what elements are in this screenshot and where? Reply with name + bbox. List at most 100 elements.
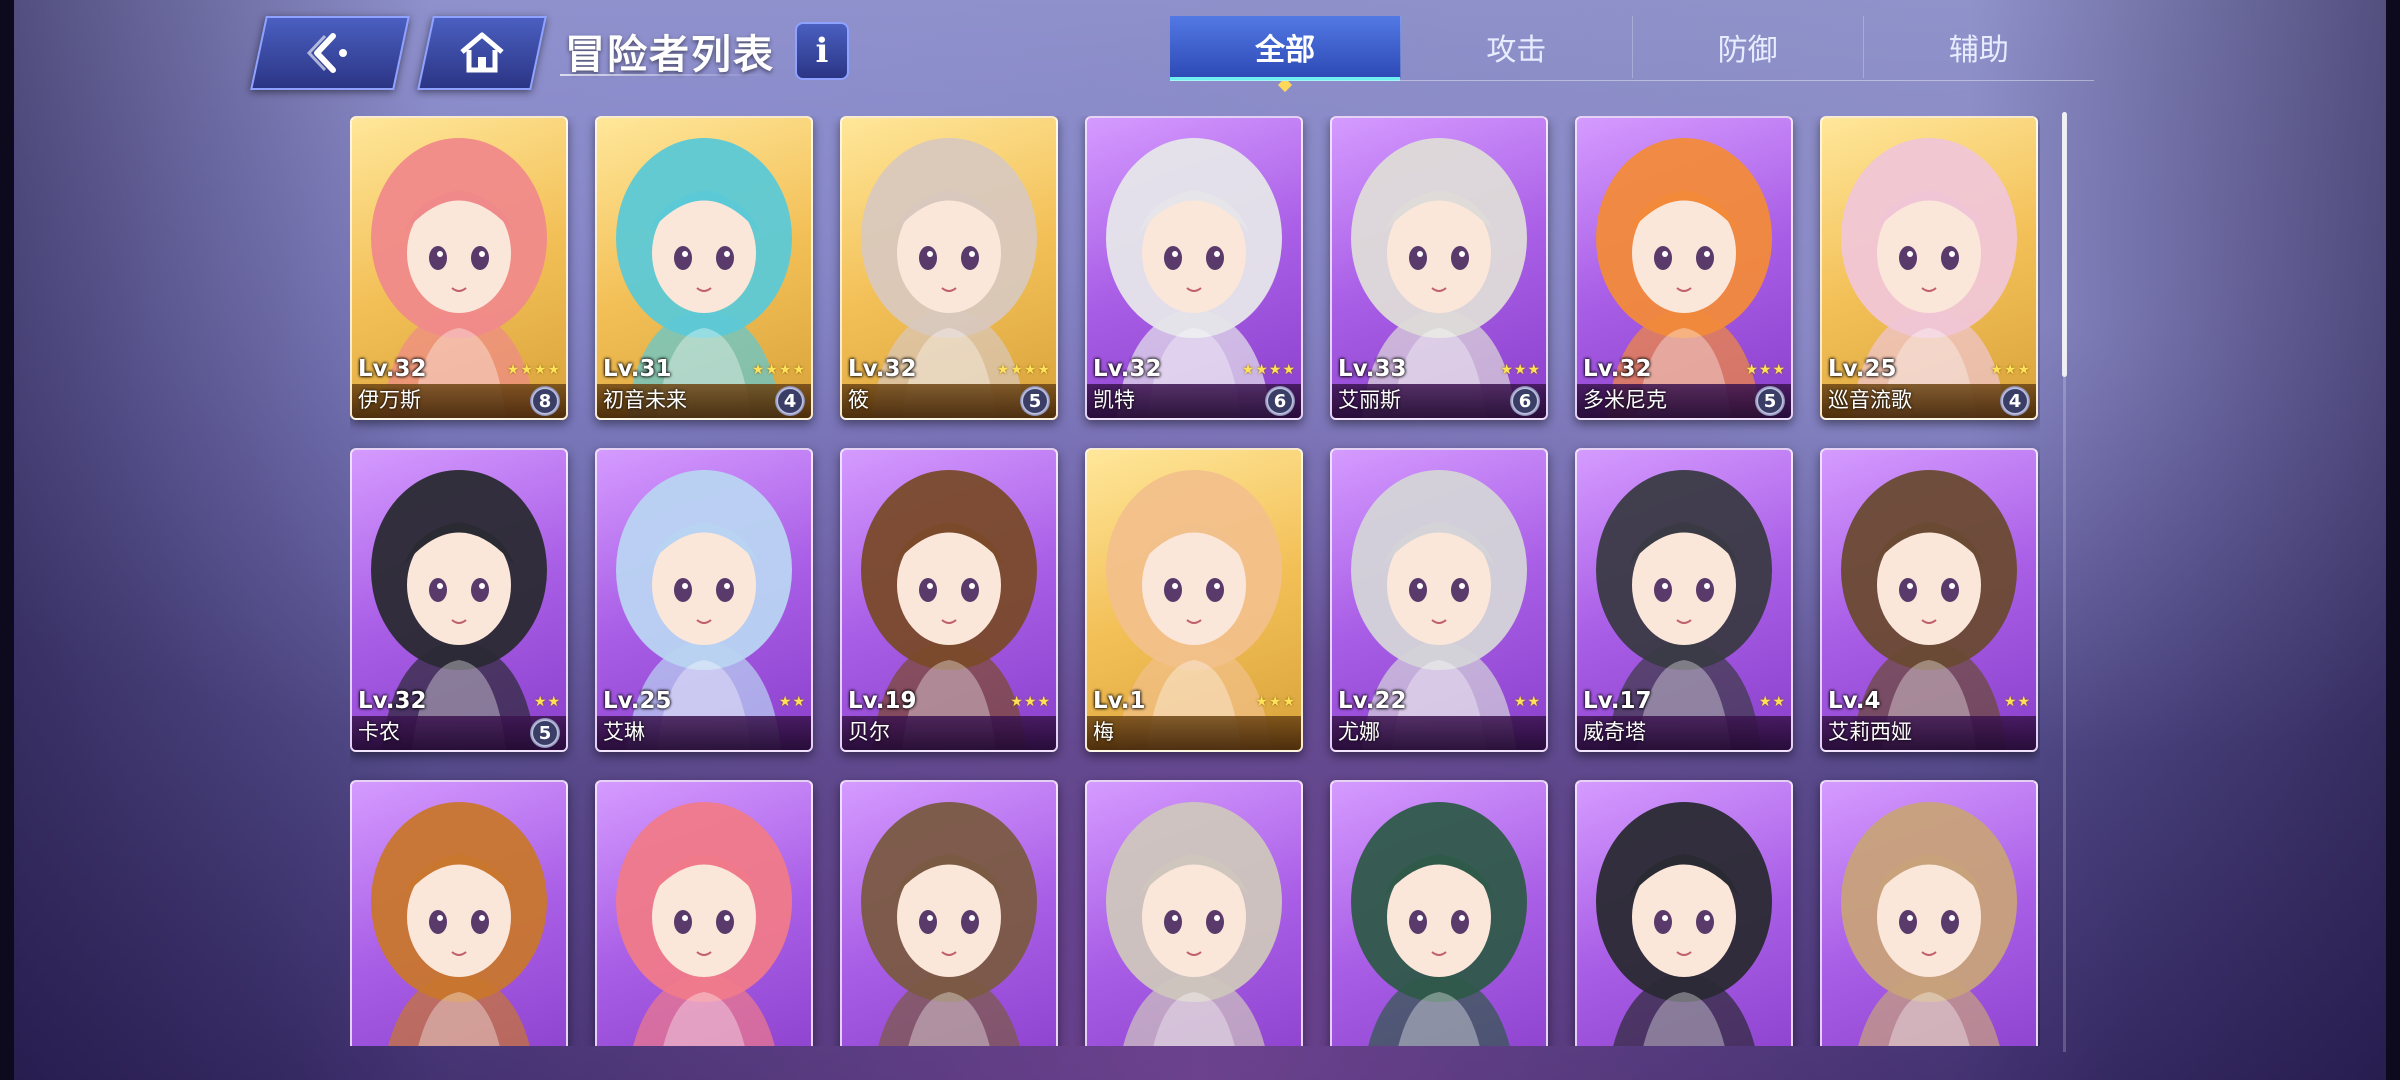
star-rating: ★ ★	[779, 694, 805, 710]
info-button[interactable]: i	[795, 22, 849, 80]
character-portrait	[1841, 802, 2017, 1046]
level-label: Lv.25	[1828, 356, 1897, 382]
star-icon: ★	[547, 694, 560, 710]
name-bar: 巡音流歌 4	[1822, 384, 2036, 418]
adventurer-card[interactable]: Lv.1★★	[595, 780, 813, 1046]
awaken-badge: 5	[530, 718, 560, 748]
character-name: 卡农	[358, 720, 400, 744]
level-label: Lv.4	[1828, 688, 1881, 714]
level-label: Lv.17	[1583, 688, 1652, 714]
star-icon: ★	[1241, 362, 1255, 378]
star-rating: ★ ★ ★	[1745, 362, 1785, 378]
awaken-badge: 8	[530, 386, 560, 416]
tabs-divider	[1170, 80, 2094, 81]
adventurer-card[interactable]: Lv.32 ★ ★ ★ 多米尼克 5	[1575, 116, 1793, 420]
star-icon: ★	[751, 362, 765, 378]
level-label: Lv.32	[1583, 356, 1652, 382]
star-rating: ★ ★	[1759, 694, 1785, 710]
tab-all[interactable]: 全部	[1170, 16, 1402, 93]
star-rating: ★ ★	[1514, 694, 1540, 710]
character-name: 艾丽斯	[1338, 388, 1401, 412]
level-label: Lv.1	[1093, 688, 1146, 714]
adventurer-card[interactable]: Lv.4 ★ ★ 艾莉西娅	[1820, 448, 2038, 752]
adventurer-card[interactable]: Lv.32 ★ ★ 卡农 5	[350, 448, 568, 752]
character-portrait	[1351, 802, 1527, 1046]
filter-tabs: 全部 攻击 防御 辅助	[1170, 16, 2094, 93]
tab-defense[interactable]: 防御	[1633, 16, 1864, 78]
name-bar: 多米尼克 5	[1577, 384, 1791, 418]
character-name: 贝尔	[848, 720, 890, 744]
level-label: Lv.22	[1338, 688, 1407, 714]
level-label: Lv.25	[603, 688, 672, 714]
star-rating: ★ ★ ★	[1990, 362, 2030, 378]
name-bar: 贝尔	[842, 716, 1056, 750]
level-label: Lv.32	[358, 688, 427, 714]
adventurer-card[interactable]: Lv.19 ★ ★ ★ 贝尔	[840, 448, 1058, 752]
adventurer-card[interactable]: Lv.33 ★ ★ ★ 艾丽斯 6	[1330, 116, 1548, 420]
adventurer-card[interactable]: Lv.1★★	[1085, 780, 1303, 1046]
star-icon: ★	[1010, 694, 1023, 710]
star-rating: ★ ★ ★	[1010, 694, 1050, 710]
level-label: Lv.32	[1093, 356, 1162, 382]
awaken-badge: 6	[1265, 386, 1295, 416]
home-button[interactable]	[417, 16, 547, 90]
name-bar: 初音未来 4	[597, 384, 811, 418]
adventurer-card[interactable]: Lv.1 ★ ★ ★ 梅	[1085, 448, 1303, 752]
tab-support[interactable]: 辅助	[1864, 16, 2094, 78]
star-icon: ★	[1023, 694, 1037, 710]
info-icon: i	[815, 31, 829, 71]
star-icon: ★	[1255, 362, 1268, 378]
adventurer-card[interactable]: Lv.32 ★ ★ ★ ★ 伊万斯 8	[350, 116, 568, 420]
star-icon: ★	[1527, 362, 1540, 378]
level-label: Lv.32	[358, 356, 427, 382]
adventurer-card[interactable]: Lv.1★★	[840, 780, 1058, 1046]
name-bar: 威奇塔	[1577, 716, 1791, 750]
star-icon: ★	[1513, 362, 1527, 378]
adventurer-card[interactable]: Lv.25 ★ ★ ★ 巡音流歌 4	[1820, 116, 2038, 420]
adventurer-card[interactable]: Lv.1★★	[350, 780, 568, 1046]
page-title: 冒险者列表	[565, 32, 775, 78]
character-name: 梅	[1093, 720, 1114, 744]
star-icon: ★	[778, 694, 792, 710]
name-bar: 伊万斯 8	[352, 384, 566, 418]
star-icon: ★	[547, 362, 560, 378]
awaken-badge: 5	[1755, 386, 1785, 416]
awaken-badge: 4	[2000, 386, 2030, 416]
character-name: 初音未来	[603, 388, 687, 412]
star-icon: ★	[792, 362, 805, 378]
back-arrow-icon	[306, 33, 347, 73]
awaken-badge: 4	[775, 386, 805, 416]
name-bar: 艾丽斯 6	[1332, 384, 1546, 418]
screen-edge-right	[2386, 0, 2400, 1080]
adventurer-card[interactable]: Lv.25 ★ ★ 艾琳	[595, 448, 813, 752]
adventurer-card[interactable]: Lv.31 ★ ★ ★ ★ 初音未来 4	[595, 116, 813, 420]
star-icon: ★	[1772, 694, 1785, 710]
star-rating: ★ ★ ★	[1255, 694, 1295, 710]
level-label: Lv.19	[848, 688, 917, 714]
adventurer-card[interactable]: Lv.1★★	[1820, 780, 2038, 1046]
tab-attack[interactable]: 攻击	[1401, 16, 1633, 78]
name-bar: 梅	[1087, 716, 1301, 750]
adventurer-grid[interactable]: Lv.32 ★ ★ ★ ★ 伊万斯 8 Lv.31 ★ ★ ★ ★ 初音未来 4 Lv.32 ★ ★ ★ ★ 筱 5 Lv…	[350, 116, 2040, 1046]
adventurer-card[interactable]: Lv.32 ★ ★ ★ ★ 凯特 6	[1085, 116, 1303, 420]
star-icon: ★	[533, 694, 547, 710]
star-icon: ★	[1268, 694, 1282, 710]
character-name: 艾琳	[603, 720, 645, 744]
adventurer-card[interactable]: Lv.1★★	[1575, 780, 1793, 1046]
level-label: Lv.33	[1338, 356, 1407, 382]
star-icon: ★	[506, 362, 520, 378]
adventurer-card[interactable]: Lv.1★★	[1330, 780, 1548, 1046]
star-icon: ★	[1037, 362, 1050, 378]
title-underline	[560, 74, 770, 76]
back-button[interactable]	[250, 16, 410, 90]
tab-label: 全部	[1255, 33, 1316, 68]
star-icon: ★	[1010, 362, 1023, 378]
scrollbar-thumb[interactable]	[2062, 112, 2067, 377]
screen-edge-left	[0, 0, 14, 1080]
adventurer-card[interactable]: Lv.32 ★ ★ ★ ★ 筱 5	[840, 116, 1058, 420]
level-label: Lv.32	[848, 356, 917, 382]
adventurer-card[interactable]: Lv.17 ★ ★ 威奇塔	[1575, 448, 1793, 752]
star-icon: ★	[1268, 362, 1282, 378]
level-label: Lv.31	[603, 356, 672, 382]
adventurer-card[interactable]: Lv.22 ★ ★ 尤娜	[1330, 448, 1548, 752]
